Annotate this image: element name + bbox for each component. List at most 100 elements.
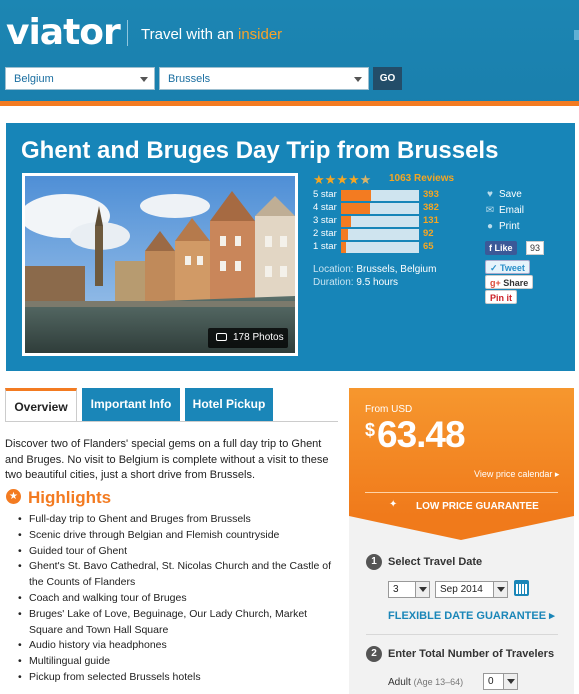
share-label: Share (503, 278, 529, 288)
tab-important-info[interactable]: Important Info (82, 388, 180, 421)
list-item: Multilingual guide (18, 654, 336, 670)
step-1-badge: 1 (366, 554, 382, 570)
chevron-down-icon (503, 674, 517, 689)
price-box: From USD $ 63.48 View price calendar ▸ ✦… (349, 388, 574, 516)
adult-count-value: 0 (488, 676, 494, 687)
tour-price: 63.48 (377, 414, 466, 455)
bruges-canal-image (25, 176, 295, 353)
rating-count: 65 (423, 241, 434, 252)
month-select-value: Sep 2014 (440, 584, 483, 595)
country-select-value: Belgium (14, 73, 54, 85)
list-item: Scenic drive through Belgian and Flemish… (18, 528, 336, 544)
list-item: Audio history via headphones (18, 638, 336, 654)
pinterest-button[interactable]: Pin it (485, 290, 517, 304)
heart-icon: ♥ (487, 189, 493, 200)
list-item: Full-day trip to Ghent and Bruges from B… (18, 512, 336, 528)
star-icon: ★ (324, 172, 337, 187)
tour-hero-panel: Ghent and Bruges Day Trip from Brussels (6, 123, 575, 371)
rating-bar-fill (341, 242, 347, 253)
list-item: Coach and walking tour of Bruges (18, 591, 336, 607)
tagline-accent: insider (237, 26, 283, 43)
rating-bar (341, 190, 419, 201)
day-select[interactable]: 3 (388, 581, 430, 598)
tab-overview[interactable]: Overview (5, 388, 77, 421)
save-button[interactable]: ♥ Save (485, 189, 522, 200)
photos-count-label: 178 Photos (233, 332, 284, 343)
rating-label: 4 star (313, 202, 337, 213)
rating-count: 131 (423, 215, 439, 226)
list-item: Guided tour of Ghent (18, 544, 336, 560)
print-label: Print (499, 221, 520, 232)
print-icon: ● (486, 221, 494, 232)
header-accent-strip (0, 101, 579, 106)
location-value: Brussels, Belgium (356, 264, 437, 275)
view-price-calendar-link[interactable]: View price calendar ▸ (474, 469, 559, 480)
google-share-button[interactable]: g+ Share (485, 275, 534, 289)
adult-traveler-label: Adult (Age 13–64) (388, 677, 463, 688)
half-star-icon: ★ (359, 172, 372, 187)
print-button[interactable]: ● Print (485, 221, 520, 232)
chevron-down-icon (415, 582, 429, 597)
tweet-label: Tweet (500, 263, 525, 273)
rating-stars: ★★★★★ (313, 172, 371, 188)
currency-symbol: $ (365, 420, 376, 440)
country-select[interactable]: Belgium (5, 67, 155, 90)
rating-bar (341, 229, 419, 240)
tour-photo[interactable]: 178 Photos (22, 173, 298, 356)
rating-bar-fill (341, 229, 349, 240)
calendar-icon[interactable] (514, 580, 529, 596)
star-icon: ★ (313, 172, 325, 187)
star-icon: ★ (336, 172, 348, 187)
header-edge-icon (574, 30, 579, 40)
photos-count-badge[interactable]: 178 Photos (208, 328, 288, 348)
rating-bar (341, 203, 419, 214)
flexible-date-guarantee-link[interactable]: FLEXIBLE DATE GUARANTEE ▸ (388, 609, 555, 622)
rating-label: 1 star (313, 241, 337, 252)
tour-location: Location: Brussels, Belgium (313, 264, 436, 275)
rating-label: 2 star (313, 228, 337, 239)
page-title: Ghent and Bruges Day Trip from Brussels (21, 137, 499, 164)
envelope-icon: ✉ (485, 205, 495, 216)
rating-count: 382 (423, 202, 439, 213)
guarantee-icon: ✦ (389, 499, 398, 510)
viator-logo[interactable]: viator (6, 12, 121, 53)
tweet-button[interactable]: ✓ Tweet (485, 260, 530, 274)
tab-divider (5, 421, 338, 422)
duration-label: Duration: (313, 277, 354, 288)
rating-label: 3 star (313, 215, 337, 226)
google-plus-icon: g+ (490, 278, 504, 288)
tour-description: Discover two of Flanders' special gems o… (5, 438, 329, 481)
tab-hotel-pickup[interactable]: Hotel Pickup (185, 388, 273, 421)
day-select-value: 3 (393, 584, 399, 595)
rating-bar-fill (341, 203, 370, 214)
low-price-guarantee-link[interactable]: LOW PRICE GUARANTEE (416, 501, 539, 512)
tagline: Travel with an insider (141, 26, 282, 43)
adult-age-range: (Age 13–64) (413, 677, 464, 687)
save-label: Save (499, 189, 522, 200)
facebook-like-count: 93 (526, 241, 545, 255)
list-item: Pickup from selected Brussels hotels (18, 670, 336, 686)
camera-icon (216, 333, 227, 341)
email-button[interactable]: ✉ Email (485, 205, 524, 216)
month-select[interactable]: Sep 2014 (435, 581, 508, 598)
adult-count-select[interactable]: 0 (483, 673, 518, 690)
city-select[interactable]: Brussels (159, 67, 369, 90)
booking-divider (366, 634, 558, 635)
step-1-title: Select Travel Date (388, 556, 483, 568)
adult-label: Adult (388, 677, 411, 688)
highlights-heading: Highlights (28, 488, 112, 507)
reviews-link[interactable]: 1063 Reviews (389, 173, 454, 184)
go-button[interactable]: GO (373, 67, 402, 90)
facebook-like-button[interactable]: f Like (485, 241, 517, 255)
rating-count: 92 (423, 228, 434, 239)
price-box-pointer (349, 516, 574, 540)
facebook-like-label: Like (494, 243, 513, 253)
step-2-title: Enter Total Number of Travelers (388, 648, 555, 660)
rating-bar-fill (341, 216, 352, 227)
city-select-value: Brussels (168, 73, 211, 85)
list-item: Bruges' Lake of Love, Beguinage, Our Lad… (18, 607, 336, 639)
site-header: viator Travel with an insider Belgium Br… (0, 0, 579, 106)
twitter-bird-icon: ✓ (490, 263, 501, 273)
price-divider (365, 492, 558, 493)
chevron-down-icon (140, 77, 148, 82)
